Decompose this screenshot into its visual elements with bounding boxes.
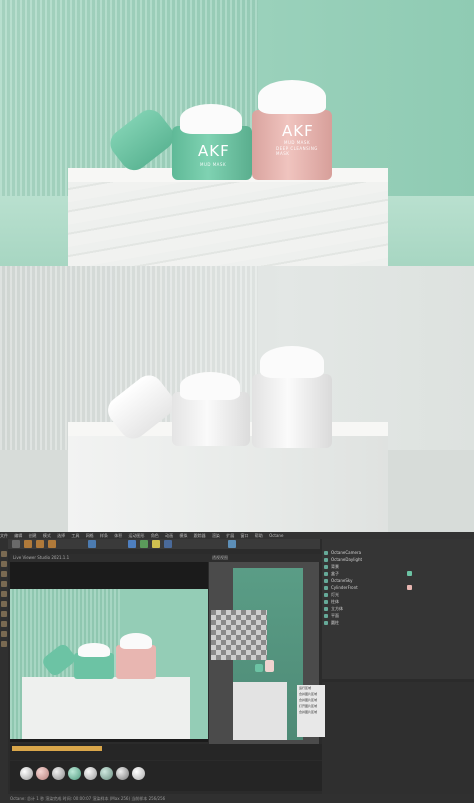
scale-icon[interactable] bbox=[36, 540, 44, 548]
tool-icon[interactable] bbox=[1, 551, 7, 557]
menu-item[interactable]: 编辑 bbox=[14, 533, 22, 538]
menu-item[interactable]: 动画 bbox=[165, 533, 173, 538]
menu-item[interactable]: 体积 bbox=[114, 533, 122, 538]
object-row[interactable]: 圆柱 bbox=[324, 619, 472, 626]
material-swatch[interactable] bbox=[132, 767, 145, 780]
tool-icon[interactable] bbox=[1, 621, 7, 627]
object-row[interactable]: 平面 bbox=[324, 612, 472, 619]
menu-item[interactable]: 渲染 bbox=[212, 533, 220, 538]
pink-jar: AKF MUD MASK DEEP CLEANSING MASK bbox=[252, 80, 332, 180]
material-swatch[interactable] bbox=[116, 767, 129, 780]
octane-icon[interactable] bbox=[228, 540, 236, 548]
render-icon[interactable] bbox=[88, 540, 96, 548]
menu-item[interactable]: 模拟 bbox=[179, 533, 187, 538]
tool-icon[interactable] bbox=[1, 591, 7, 597]
product-name-right: MUD MASK bbox=[284, 140, 311, 145]
cube-icon[interactable] bbox=[128, 540, 136, 548]
camera-icon[interactable] bbox=[164, 540, 172, 548]
menu-item[interactable]: 工具 bbox=[71, 533, 79, 538]
product-name-left: MUD MASK bbox=[200, 162, 227, 167]
attribute-manager bbox=[322, 682, 474, 803]
object-row[interactable]: 立方体 bbox=[324, 605, 472, 612]
menu-item[interactable]: 扩展 bbox=[226, 533, 234, 538]
cinema4d-window: 文件 编辑 创建 模式 选择 工具 网格 样条 体积 运动图形 角色 动画 模拟… bbox=[0, 532, 474, 803]
product-sub-right: DEEP CLEANSING MASK bbox=[276, 146, 318, 156]
viewport-render bbox=[10, 589, 208, 739]
object-row[interactable]: 盒子 bbox=[324, 570, 472, 577]
product-render-white bbox=[0, 266, 474, 532]
tool-icon[interactable] bbox=[1, 611, 7, 617]
object-row[interactable]: OctaneCamera bbox=[324, 549, 472, 556]
material-swatch[interactable] bbox=[52, 767, 65, 780]
tool-icon[interactable] bbox=[1, 571, 7, 577]
menu-item[interactable]: 选择 bbox=[57, 533, 65, 538]
white-jar-right bbox=[252, 346, 332, 448]
object-row[interactable]: CylinderFront bbox=[324, 584, 472, 591]
tool-icon[interactable] bbox=[1, 581, 7, 587]
material-swatch[interactable] bbox=[100, 767, 113, 780]
rotate-icon[interactable] bbox=[48, 540, 56, 548]
context-menu-item[interactable]: 合并图片区域 bbox=[297, 709, 325, 715]
brand-logo-left: AKF bbox=[198, 142, 230, 160]
viewport-title: 透视视图 bbox=[209, 554, 322, 562]
timeline[interactable] bbox=[10, 744, 322, 760]
menu-item[interactable]: 样条 bbox=[100, 533, 108, 538]
material-swatch[interactable] bbox=[36, 767, 49, 780]
left-toolbar bbox=[0, 539, 8, 803]
menu-item[interactable]: 跟踪器 bbox=[194, 533, 206, 538]
tool-icon[interactable] bbox=[1, 631, 7, 637]
live-viewer[interactable]: Live Viewer Studio 2021.1.1 bbox=[10, 554, 211, 742]
tool-icon[interactable] bbox=[1, 641, 7, 647]
status-bar: Octane: 总计 1 秒 渲染完成 时间: 00:00:07 渲染样本 (M… bbox=[0, 794, 474, 803]
object-row[interactable]: 柱体 bbox=[324, 598, 472, 605]
undo-icon[interactable] bbox=[12, 540, 20, 548]
marble-pedestal bbox=[68, 168, 388, 266]
object-row[interactable]: OctaneDaylight bbox=[324, 556, 472, 563]
material-swatch[interactable] bbox=[68, 767, 81, 780]
menu-item[interactable]: 角色 bbox=[151, 533, 159, 538]
menu-item[interactable]: 模式 bbox=[43, 533, 51, 538]
menu-item[interactable]: 窗口 bbox=[241, 533, 249, 538]
tool-icon[interactable] bbox=[1, 561, 7, 567]
menu-bar: 文件 编辑 创建 模式 选择 工具 网格 样条 体积 运动图形 角色 动画 模拟… bbox=[0, 532, 474, 539]
menu-item[interactable]: Octane bbox=[269, 533, 283, 538]
light-icon[interactable] bbox=[152, 540, 160, 548]
material-swatch[interactable] bbox=[84, 767, 97, 780]
toolbar bbox=[8, 539, 320, 549]
object-manager: OctaneCamera OctaneDaylight 背景 盒子 Octane… bbox=[322, 539, 474, 679]
white-pedestal bbox=[68, 422, 388, 532]
object-row[interactable]: OctaneSky bbox=[324, 577, 472, 584]
object-row[interactable]: 背景 bbox=[324, 563, 472, 570]
move-icon[interactable] bbox=[24, 540, 32, 548]
menu-item[interactable]: 创建 bbox=[29, 533, 37, 538]
material-manager bbox=[10, 761, 322, 791]
product-render-green: AKF MUD MASK AKF MUD MASK DEEP CLEANSING… bbox=[0, 0, 474, 266]
menu-item[interactable]: 网格 bbox=[86, 533, 94, 538]
object-row[interactable]: 灯光 bbox=[324, 591, 472, 598]
render-progress bbox=[12, 746, 102, 751]
brand-logo-right: AKF bbox=[282, 122, 314, 140]
menu-item[interactable]: 运动图形 bbox=[129, 533, 145, 538]
material-swatch[interactable] bbox=[20, 767, 33, 780]
context-menu: 运行区域 合并图片区域 合并图片区域 打开图片区域 合并图片区域 bbox=[297, 685, 325, 737]
menu-item[interactable]: 文件 bbox=[0, 533, 8, 538]
white-jar-left bbox=[172, 372, 250, 446]
menu-item[interactable]: 帮助 bbox=[255, 533, 263, 538]
viewport-title: Live Viewer Studio 2021.1.1 bbox=[10, 554, 211, 562]
tool-icon[interactable] bbox=[1, 601, 7, 607]
spline-icon[interactable] bbox=[140, 540, 148, 548]
green-jar: AKF MUD MASK bbox=[172, 104, 252, 180]
